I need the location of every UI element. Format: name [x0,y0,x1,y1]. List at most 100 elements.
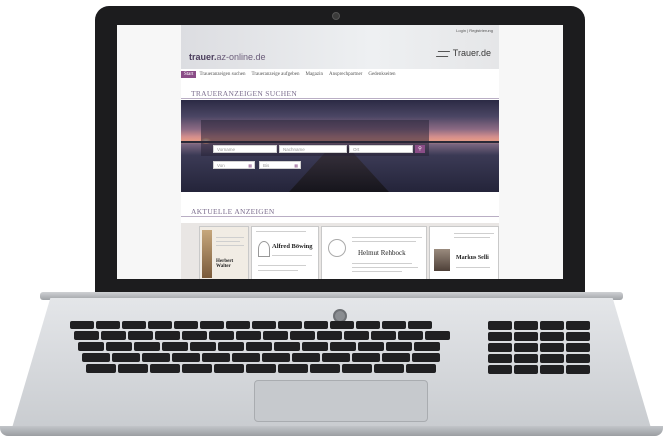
keyboard-key[interactable] [292,353,320,362]
keyboard-key[interactable] [182,364,212,373]
keyboard-key[interactable] [310,364,340,373]
keyboard-key[interactable] [172,353,200,362]
ad-card[interactable]: Alfred Böwing [251,226,319,279]
keyboard-key[interactable] [302,342,328,351]
numpad-key[interactable] [488,354,512,363]
nav-item-start[interactable]: Start [181,71,197,78]
keyboard-key[interactable] [134,342,160,351]
numpad-key[interactable] [514,321,538,330]
keyboard-key[interactable] [274,342,300,351]
bis-date-input[interactable]: Bis ▦ [259,161,301,169]
keyboard-key[interactable] [425,331,450,340]
keyboard-key[interactable] [78,342,104,351]
brand-logo[interactable]: Trauer.de [435,48,491,58]
keyboard-key[interactable] [317,331,342,340]
keyboard-key[interactable] [96,321,120,329]
nav-item-ansprechpartner[interactable]: Ansprechpartner [326,72,365,77]
keyboard-key[interactable] [304,321,328,329]
ad-card[interactable]: Helmut Rehbock [321,226,427,279]
keyboard-key[interactable] [86,364,116,373]
numpad-key[interactable] [514,343,538,352]
numpad-key[interactable] [488,343,512,352]
nachname-input[interactable]: Nachname [279,145,347,153]
keyboard-key[interactable] [406,364,436,373]
keyboard-key[interactable] [118,364,148,373]
keyboard-key[interactable] [252,321,276,329]
keyboard-key[interactable] [200,321,224,329]
keyboard-key[interactable] [330,321,354,329]
nav-item-traueranzeigen-suchen[interactable]: Traueranzeigen suchen [196,72,248,77]
numpad-key[interactable] [540,343,564,352]
numpad-key[interactable] [566,332,590,341]
keyboard-key[interactable] [150,364,180,373]
touchpad[interactable] [254,380,428,422]
vorname-input[interactable]: Vorname [213,145,277,153]
keyboard-key[interactable] [358,342,384,351]
numpad[interactable] [488,321,598,377]
login-links[interactable]: Login | Registrierung [456,28,493,33]
keyboard-key[interactable] [374,364,404,373]
keyboard-key[interactable] [182,331,207,340]
keyboard-key[interactable] [352,353,380,362]
calendar-icon[interactable]: ▦ [248,162,254,169]
nav-item-gedenkseiten[interactable]: Gedenkseiten [365,72,398,77]
keyboard-key[interactable] [162,342,188,351]
keyboard-key[interactable] [226,321,250,329]
keyboard-key[interactable] [174,321,198,329]
numpad-key[interactable] [566,354,590,363]
keyboard-key[interactable] [128,331,153,340]
keyboard-key[interactable] [70,321,94,329]
numpad-key[interactable] [540,332,564,341]
numpad-key[interactable] [540,354,564,363]
keyboard-key[interactable] [155,331,180,340]
keyboard[interactable] [70,321,540,377]
keyboard-key[interactable] [278,364,308,373]
keyboard-key[interactable] [414,342,440,351]
keyboard-key[interactable] [398,331,423,340]
keyboard-key[interactable] [408,321,432,329]
keyboard-key[interactable] [148,321,172,329]
keyboard-key[interactable] [356,321,380,329]
keyboard-key[interactable] [263,331,288,340]
numpad-key[interactable] [540,365,564,374]
keyboard-key[interactable] [371,331,396,340]
keyboard-key[interactable] [382,321,406,329]
keyboard-key[interactable] [209,331,234,340]
numpad-key[interactable] [488,332,512,341]
keyboard-key[interactable] [190,342,216,351]
keyboard-key[interactable] [214,364,244,373]
keyboard-key[interactable] [322,353,350,362]
keyboard-key[interactable] [290,331,315,340]
keyboard-key[interactable] [236,331,261,340]
keyboard-key[interactable] [382,353,410,362]
numpad-key[interactable] [514,365,538,374]
keyboard-key[interactable] [112,353,140,362]
site-logo[interactable]: trauer.az-online.de [189,52,266,62]
keyboard-key[interactable] [232,353,260,362]
numpad-key[interactable] [514,332,538,341]
numpad-key[interactable] [540,321,564,330]
search-button[interactable]: ⚲ [415,145,425,153]
keyboard-key[interactable] [246,364,276,373]
von-date-input[interactable]: Von ▦ [213,161,255,169]
numpad-key[interactable] [514,354,538,363]
keyboard-key[interactable] [330,342,356,351]
numpad-key[interactable] [488,365,512,374]
keyboard-key[interactable] [142,353,170,362]
ad-card[interactable]: Markus Selli [429,226,499,279]
keyboard-key[interactable] [262,353,290,362]
keyboard-key[interactable] [101,331,126,340]
calendar-icon[interactable]: ▦ [294,162,300,169]
keyboard-key[interactable] [74,331,99,340]
nav-item-traueranzeige-aufgeben[interactable]: Traueranzeige aufgeben [249,72,303,77]
keyboard-key[interactable] [278,321,302,329]
keyboard-key[interactable] [344,331,369,340]
keyboard-key[interactable] [218,342,244,351]
numpad-key[interactable] [566,343,590,352]
ad-card[interactable]: Herbert Walter [199,226,249,279]
nav-item-magazin[interactable]: Magazin [303,72,327,77]
keyboard-key[interactable] [342,364,372,373]
keyboard-key[interactable] [412,353,440,362]
numpad-key[interactable] [488,321,512,330]
numpad-key[interactable] [566,365,590,374]
